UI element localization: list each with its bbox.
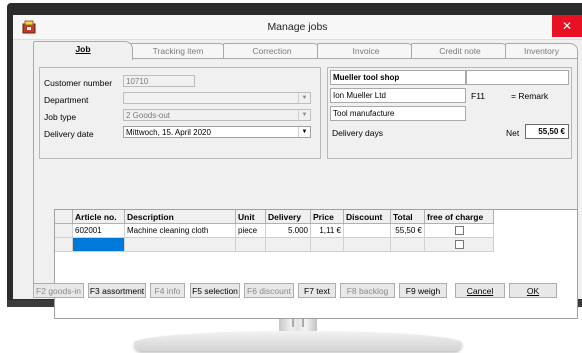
customer-name: Mueller tool shop — [330, 70, 466, 85]
f5-selection-button[interactable]: F5 selection — [190, 283, 240, 298]
f3-assortment-button[interactable]: F3 assortment — [88, 283, 146, 298]
chevron-down-icon: ▼ — [298, 93, 310, 103]
customer-code: F11 — [471, 91, 486, 101]
tab-correction[interactable]: Correction — [223, 43, 321, 59]
cancel-button[interactable]: Cancel — [455, 283, 505, 298]
cell-free-of-charge-empty[interactable] — [424, 237, 494, 252]
customer-number-label: Customer number — [44, 78, 113, 88]
table-row-new[interactable] — [55, 237, 494, 252]
tab-invoice[interactable]: Invoice — [317, 43, 415, 59]
ok-button[interactable]: OK — [509, 283, 557, 298]
job-tab-panel: Customer number 10710 Department ▼ Job t… — [33, 58, 578, 319]
tab-tracking-item[interactable]: Tracking item — [129, 43, 227, 59]
tab-tracking-item-label: Tracking item — [152, 46, 204, 56]
chevron-down-icon: ▼ — [298, 110, 310, 120]
tab-bar: Job Tracking item Correction Invoice Cre… — [33, 41, 578, 60]
articles-grid: Article no. Description Unit Delivery Pr… — [54, 209, 578, 319]
column-header-free-of-charge[interactable]: free of charge — [424, 210, 494, 224]
job-type-label: Job type — [44, 112, 77, 122]
cell-unit[interactable]: piece — [235, 223, 266, 238]
delivery-date-label: Delivery date — [44, 129, 94, 139]
column-header-price[interactable]: Price — [310, 210, 344, 224]
close-icon: ✕ — [561, 19, 573, 33]
f4-info-button[interactable]: F4 info — [150, 283, 185, 298]
department-dropdown[interactable]: ▼ — [123, 92, 311, 104]
cell-delivery-empty — [265, 237, 311, 252]
tab-credit-note[interactable]: Credit note — [411, 43, 509, 59]
cell-delivery[interactable]: 5.000 — [265, 223, 311, 238]
customer-contact: Ion Mueller Ltd — [330, 88, 466, 103]
monitor-stand-base — [134, 331, 462, 351]
cell-price-empty — [310, 237, 344, 252]
column-header-description[interactable]: Description — [124, 210, 236, 224]
cell-price[interactable]: 1,11 € — [310, 223, 344, 238]
window-title: Manage jobs — [267, 21, 328, 33]
column-header-unit[interactable]: Unit — [235, 210, 266, 224]
delivery-days-label: Delivery days — [332, 128, 384, 138]
manage-jobs-window: Manage jobs ✕ Job Tracking item Correcti… — [13, 15, 582, 319]
cell-total-empty — [390, 237, 425, 252]
title-bar: Manage jobs ✕ — [13, 15, 582, 40]
column-header-delivery[interactable]: Delivery — [265, 210, 311, 224]
row-indicator — [55, 223, 73, 238]
column-header-discount[interactable]: Discount — [343, 210, 391, 224]
job-type-dropdown[interactable]: 2 Goods-out ▼ — [123, 109, 311, 121]
net-label: Net — [506, 128, 520, 138]
f9-weigh-button[interactable]: F9 weigh — [399, 283, 447, 298]
tab-inventory[interactable]: Inventory — [505, 43, 578, 59]
delivery-date-value: Mittwoch, 15. April 2020 — [126, 128, 211, 137]
cell-unit-empty — [235, 237, 266, 252]
customer-info-blank — [466, 70, 569, 85]
job-details-group: Customer number 10710 Department ▼ Job t… — [39, 67, 321, 159]
cell-discount-empty — [343, 237, 391, 252]
cell-description[interactable]: Machine cleaning cloth — [124, 223, 236, 238]
cell-description-empty — [124, 237, 236, 252]
tab-credit-note-label: Credit note — [439, 46, 481, 56]
f6-discount-button[interactable]: F6 discount — [244, 283, 294, 298]
customer-industry: Tool manufacture — [330, 106, 466, 121]
f8-backlog-button[interactable]: F8 backlog — [340, 283, 395, 298]
cell-article-no-active[interactable] — [72, 237, 125, 252]
tab-job-label: Job — [75, 44, 91, 54]
free-of-charge-checkbox[interactable] — [454, 226, 464, 236]
row-indicator-header — [55, 210, 73, 224]
customer-number-field[interactable]: 10710 — [123, 75, 195, 87]
column-header-article-no[interactable]: Article no. — [72, 210, 125, 224]
customer-info-group: Mueller tool shop Ion Mueller Ltd F11 = … — [327, 67, 572, 159]
chevron-down-icon: ▼ — [298, 127, 310, 137]
delivery-date-picker[interactable]: Mittwoch, 15. April 2020 ▼ — [123, 126, 311, 138]
cell-free-of-charge[interactable] — [424, 223, 494, 238]
cell-article-no[interactable]: 602001 — [72, 223, 125, 238]
net-value: 55,50 € — [525, 124, 569, 139]
tab-invoice-label: Invoice — [352, 46, 380, 56]
f7-text-button[interactable]: F7 text — [298, 283, 336, 298]
f2-goods-in-button[interactable]: F2 goods-in — [33, 283, 84, 298]
ok-button-label: OK — [526, 286, 540, 296]
close-button[interactable]: ✕ — [552, 15, 582, 37]
tab-inventory-label: Inventory — [524, 46, 559, 56]
grid-header-row: Article no. Description Unit Delivery Pr… — [55, 210, 494, 224]
remark-text: = Remark — [511, 91, 549, 101]
table-row[interactable]: 602001 Machine cleaning cloth piece 5.00… — [55, 223, 494, 238]
free-of-charge-checkbox[interactable] — [454, 240, 464, 250]
cancel-button-label: Cancel — [466, 286, 494, 296]
column-header-total[interactable]: Total — [390, 210, 425, 224]
cell-total[interactable]: 55,50 € — [390, 223, 425, 238]
tab-job[interactable]: Job — [33, 41, 133, 60]
department-label: Department — [44, 95, 89, 105]
cell-discount[interactable] — [343, 223, 391, 238]
tab-correction-label: Correction — [252, 46, 292, 56]
job-type-value: 2 Goods-out — [126, 111, 171, 120]
row-indicator — [55, 237, 73, 252]
